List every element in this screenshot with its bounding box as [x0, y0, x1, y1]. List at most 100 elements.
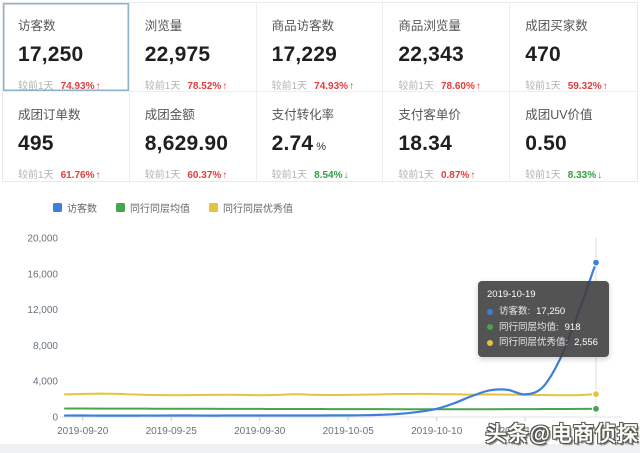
tooltip-series-value: 17,250 [536, 305, 566, 317]
metric-value: 0.50 [525, 132, 567, 155]
metric-card-7[interactable]: 成团金额 8,629.90 较前1天 60.37%↑ [129, 92, 257, 181]
metric-title: 成团订单数 [18, 108, 81, 122]
metric-title: 商品访客数 [271, 19, 335, 33]
metric-title: 支付客单价 [398, 108, 461, 122]
tooltip-date: 2019-10-19 [487, 289, 536, 300]
point-marker-访客数 [591, 258, 601, 267]
metric-compare-label: 较前1天 [18, 81, 54, 92]
metric-title: 成团UV价值 [525, 108, 593, 122]
metric-compare-label: 较前1天 [144, 81, 181, 92]
metric-compare-label: 较前1天 [271, 81, 308, 92]
metric-change: 8.33% [567, 170, 597, 181]
series-line-同行同层优秀值 [64, 392, 597, 397]
metric-trend-arrow-icon: ↑ [470, 170, 476, 181]
metric-title: 商品浏览量 [398, 19, 461, 33]
metric-trend-arrow-icon: ↑ [95, 170, 101, 181]
metric-card-9[interactable]: 支付客单价 18.34 较前1天 0.87%↑ [383, 92, 511, 181]
metric-change-group: 8.54%↓ [314, 170, 348, 181]
metric-card-10[interactable]: 成团UV价值 0.50 较前1天 8.33%↓ [510, 92, 637, 181]
tooltip-series-dot-icon [487, 308, 493, 315]
metric-card-1[interactable]: 访客数 17,250 较前1天 74.93%↑ [3, 3, 130, 92]
metric-change: 0.87% [440, 170, 470, 181]
metric-trend-arrow-icon: ↑ [95, 81, 101, 92]
tooltip-series-label: 访客数: [499, 305, 531, 317]
x-axis-label: 2019-10-10 [411, 426, 463, 437]
metric-value: 22,975 [144, 43, 211, 66]
trend-chart-section: 访客数 同行同层均值 同行同层优秀值 0 4,000 8,000 12,000 16,0… [0, 192, 640, 444]
metric-title: 成团买家数 [525, 19, 588, 33]
metric-value: 8,629.90 [144, 132, 229, 155]
metric-value: 2.74 [271, 132, 314, 155]
metric-trend-arrow-icon: ↑ [349, 81, 355, 92]
metric-compare-label: 较前1天 [398, 170, 434, 181]
y-axis-label: 12,000 [27, 305, 58, 316]
metric-trend-arrow-icon: ↓ [343, 170, 349, 181]
metric-card-3[interactable]: 商品访客数 17,229 较前1天 74.93%↑ [256, 3, 384, 92]
metric-change-group: 0.87%↑ [441, 170, 475, 181]
metric-change: 61.76% [60, 170, 95, 181]
metric-change: 78.52% [187, 81, 222, 92]
metric-value: 18.34 [398, 132, 452, 155]
metric-trend-arrow-icon: ↓ [597, 170, 603, 181]
metrics-grid: 访客数 17,250 较前1天 74.93%↑ 浏览量 22,975 较前1天 78… [2, 2, 638, 182]
metric-change-group: 78.60%↑ [441, 81, 481, 92]
y-axis-label: 16,000 [27, 269, 58, 280]
metric-trend-arrow-icon: ↑ [222, 81, 228, 92]
tooltip-series-dot-icon [487, 340, 493, 347]
x-axis-label: 2019-09-25 [146, 426, 198, 437]
x-axis-label: 2019-09-20 [57, 426, 109, 437]
tooltip-series-value: 918 [564, 321, 581, 333]
series-line-同行同层均值 [64, 407, 597, 411]
metric-value-suffix: % [316, 141, 327, 153]
metric-compare-label: 较前1天 [398, 81, 434, 92]
metric-title: 支付转化率 [271, 108, 335, 122]
metric-value: 495 [18, 132, 54, 155]
metric-card-4[interactable]: 商品浏览量 22,343 较前1天 78.60%↑ [383, 3, 511, 92]
watermark: 头条@电商侦探 [485, 423, 639, 446]
tooltip-row: 同行同层均值: 918 [487, 321, 598, 335]
tooltip-row: 同行同层优秀值: 2,556 [487, 336, 598, 350]
point-marker-同行同层均值 [591, 404, 601, 413]
metric-card-8[interactable]: 支付转化率 2.74% 较前1天 8.54%↓ [256, 92, 384, 181]
metric-change-group: 8.33%↓ [568, 170, 602, 181]
metric-change: 8.54% [314, 170, 343, 181]
metric-card-6[interactable]: 成团订单数 495 较前1天 61.76%↑ [3, 92, 130, 181]
tooltip-rows: 访客数: 17,250 同行同层均值: 918 同行同层优秀值: 2,556 [487, 305, 598, 350]
tooltip-series-label: 同行同层优秀值: [499, 337, 569, 349]
tooltip-series-label: 同行同层均值: [499, 321, 559, 333]
metric-compare-label: 较前1天 [144, 170, 181, 181]
metric-change: 60.37% [187, 170, 222, 181]
metric-compare-label: 较前1天 [18, 170, 54, 181]
metric-change-group: 60.37%↑ [187, 170, 227, 181]
tooltip-row: 访客数: 17,250 [487, 305, 598, 319]
metric-trend-arrow-icon: ↑ [222, 170, 228, 181]
y-axis-label: 20,000 [27, 234, 58, 245]
metric-title: 浏览量 [144, 19, 183, 33]
metric-value: 470 [525, 43, 561, 66]
metric-change-group: 59.32%↑ [568, 81, 608, 92]
metric-compare-label: 较前1天 [525, 170, 561, 181]
metric-change: 59.32% [567, 81, 602, 92]
metric-value: 17,229 [271, 43, 338, 66]
tooltip-series-dot-icon [487, 324, 493, 331]
metric-compare-label: 较前1天 [525, 81, 561, 92]
point-marker-同行同层优秀值 [591, 390, 601, 399]
metric-card-2[interactable]: 浏览量 22,975 较前1天 78.52%↑ [129, 3, 257, 92]
chart-tooltip: 2019-10-19 访客数: 17,250 同行同层均值: 918 同行同层优… [478, 281, 609, 358]
metric-change-group: 78.52%↑ [187, 81, 227, 92]
metric-trend-arrow-icon: ↑ [475, 81, 481, 92]
dashboard-page: 访客数 17,250 较前1天 74.93%↑ 浏览量 22,975 较前1天 78… [0, 0, 640, 453]
metric-change: 78.60% [440, 81, 475, 92]
metric-change: 74.93% [314, 81, 349, 92]
metric-change: 74.93% [60, 81, 95, 92]
y-axis-label: 0 [52, 413, 58, 424]
metric-value: 22,343 [398, 43, 464, 66]
x-axis-label: 2019-09-30 [234, 426, 286, 437]
metric-card-5[interactable]: 成团买家数 470 较前1天 59.32%↑ [510, 3, 637, 92]
metric-value: 17,250 [18, 43, 84, 66]
metric-change-group: 74.93%↑ [61, 81, 101, 92]
metric-change-group: 74.93%↑ [314, 81, 354, 92]
y-axis-label: 4,000 [33, 377, 58, 388]
y-axis-label: 8,000 [33, 341, 58, 352]
dashboard-content: 访客数 17,250 较前1天 74.93%↑ 浏览量 22,975 较前1天 78… [0, 0, 640, 446]
